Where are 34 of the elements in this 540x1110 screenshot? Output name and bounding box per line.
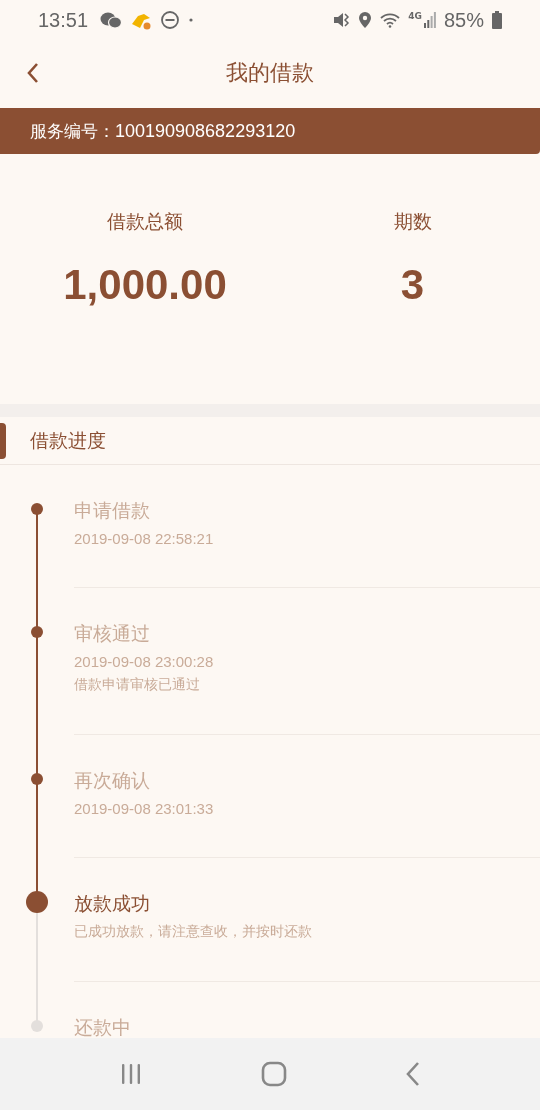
wifi-icon xyxy=(380,12,401,28)
step-title: 申请借款 xyxy=(74,498,151,523)
location-pin-icon xyxy=(358,11,373,29)
step-title: 再次确认 xyxy=(74,768,151,793)
step-title: 还款中 xyxy=(74,1015,132,1040)
vibrate-icon xyxy=(332,11,351,29)
battery-percent: 85% xyxy=(443,8,484,32)
step-title: 放款成功 xyxy=(74,891,151,916)
dot-icon xyxy=(188,17,195,23)
service-number-label: 服务编号： xyxy=(30,119,115,143)
back-chevron-icon xyxy=(405,1061,421,1087)
do-not-disturb-icon xyxy=(160,10,181,30)
step-time: 2019-09-08 23:00:28 xyxy=(74,653,215,670)
recent-apps-icon xyxy=(119,1062,143,1086)
step-note: 借款申请审核已通过 xyxy=(74,676,201,694)
clock-time: 13:51 xyxy=(38,8,89,32)
summary-value: 1,000.00 xyxy=(63,261,227,309)
step-time: 2019-09-08 23:01:33 xyxy=(74,800,215,817)
service-number: 100190908682293120 xyxy=(115,120,296,142)
summary-value: 3 xyxy=(400,261,425,309)
signal-icon xyxy=(423,12,436,28)
step-note: 已成功放款，请注意查收，并按时还款 xyxy=(74,923,313,941)
page-title: 我的借款 xyxy=(226,59,314,87)
network-type: 4G xyxy=(408,11,422,21)
summary-label: 借款总额 xyxy=(107,209,183,234)
home-icon xyxy=(261,1061,287,1087)
battery-icon xyxy=(492,11,502,29)
step-title: 审核通过 xyxy=(74,621,151,646)
back-chevron-icon xyxy=(26,62,40,84)
section-title: 借款进度 xyxy=(30,427,106,453)
step-time: 2019-09-08 22:58:21 xyxy=(74,530,215,547)
summary-label: 期数 xyxy=(393,209,432,234)
section-marker xyxy=(0,422,6,459)
chat-bubbles-icon xyxy=(100,11,123,29)
